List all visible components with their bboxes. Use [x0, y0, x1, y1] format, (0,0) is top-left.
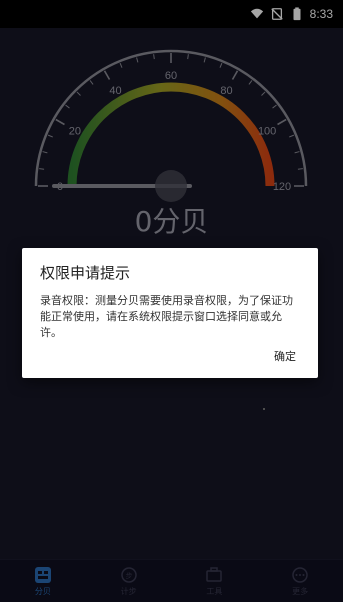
confirm-button[interactable]: 确定: [274, 348, 296, 364]
dialog-title: 权限申请提示: [40, 264, 131, 282]
dialog-message: 录音权限：测量分贝需要使用录音权限，为了保证功能正常使用，请在系统权限提示窗口选…: [40, 294, 293, 339]
app-screen: 8:33 020406080100120 0分贝: [0, 0, 343, 602]
permission-dialog: 权限申请提示 录音权限：测量分贝需要使用录音权限，为了保证功能正常使用，请在系统…: [22, 248, 318, 378]
